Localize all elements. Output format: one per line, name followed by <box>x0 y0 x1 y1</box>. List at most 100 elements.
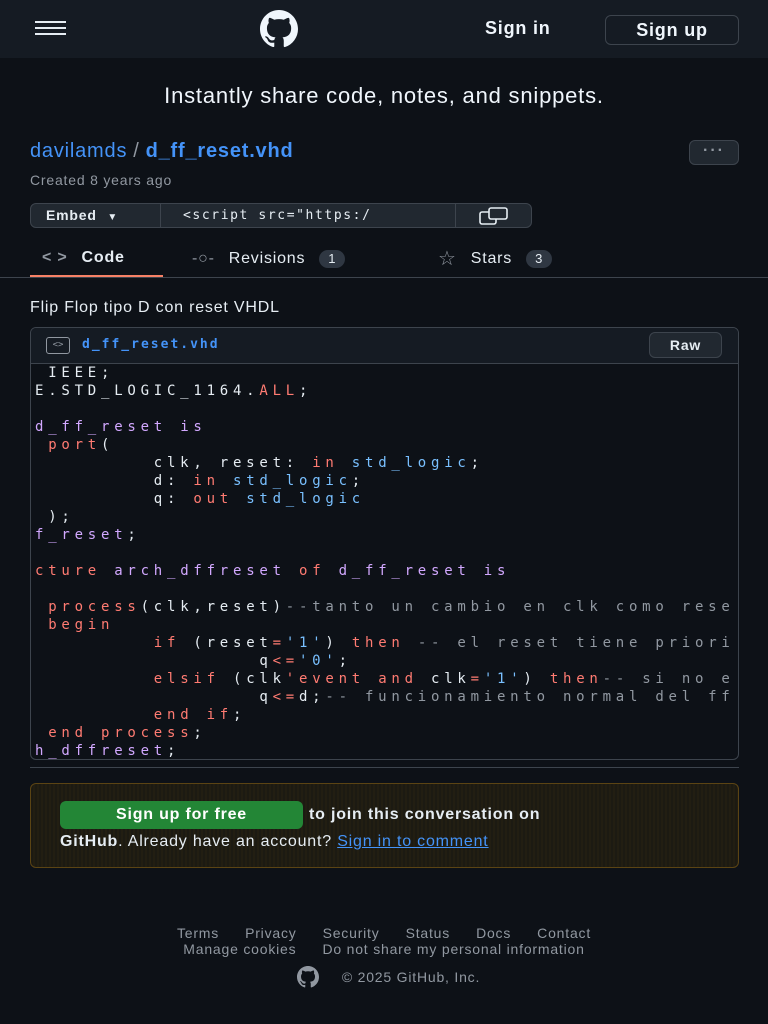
embed-dropdown[interactable]: Embed ▼ <box>31 204 161 227</box>
more-options-button[interactable]: ··· <box>689 140 739 165</box>
code-token: then <box>549 671 603 687</box>
owner-link[interactable]: davilamds <box>30 140 127 162</box>
embed-url-input[interactable]: <script src="https:/ <box>161 204 456 227</box>
footer-link-privacy[interactable]: Privacy <box>245 925 297 941</box>
file-name-link[interactable]: d_ff_reset.vhd <box>82 337 220 352</box>
footer-link-terms[interactable]: Terms <box>177 925 219 941</box>
code-token: '1' <box>483 671 524 687</box>
code-token: elsif <box>153 671 220 687</box>
github-logo-icon[interactable] <box>259 10 299 48</box>
join-text: to join this conversation on <box>309 806 541 823</box>
code-token: E.STD_LOGIC_1164. <box>35 383 260 399</box>
code-token: in <box>193 473 220 489</box>
gist-description: Flip Flop tipo D con reset VHDL <box>30 299 280 316</box>
already-account-text: . Already have an account? <box>118 833 332 850</box>
code-token: -- funcionamiento normal del ff <box>325 689 735 705</box>
tab-revisions[interactable]: -○- Revisions 1 <box>192 240 346 277</box>
code-token: is <box>180 419 207 435</box>
star-icon: ☆ <box>438 248 457 270</box>
code-view: IEEE; E.STD_LOGIC_1164.ALL; d_ff_reset is … <box>35 364 735 759</box>
embed-group: Embed ▼ <script src="https:/ <box>30 203 532 228</box>
code-token: = <box>272 635 286 651</box>
sign-in-to-comment-link[interactable]: Sign in to comment <box>337 833 488 850</box>
code-token: ); <box>35 509 75 525</box>
code-token: ; <box>351 473 365 489</box>
code-token: '0' <box>298 653 339 669</box>
tab-code[interactable]: < > Code <box>30 240 163 277</box>
code-token: end <box>153 707 194 723</box>
created-date: Created 8 years ago <box>30 172 173 188</box>
footer-link-status[interactable]: Status <box>406 925 451 941</box>
code-token: d: <box>35 473 194 489</box>
code-line: begin <box>35 616 735 634</box>
code-token: ; <box>233 707 247 723</box>
code-token: d_ff_reset <box>338 563 484 579</box>
code-token: clk <box>417 671 471 687</box>
code-line: d: in std_logic; <box>35 472 735 490</box>
code-token: std_logic <box>233 473 352 489</box>
code-token: q <box>35 653 273 669</box>
code-token: <= <box>272 689 299 705</box>
code-token: (clk,reset) <box>140 599 286 615</box>
stars-count: 3 <box>526 249 553 268</box>
sign-in-link[interactable]: Sign in <box>485 18 551 39</box>
code-token: and <box>378 671 418 687</box>
code-token: <= <box>272 653 299 669</box>
code-line: port( <box>35 436 735 454</box>
tagline: Instantly share code, notes, and snippet… <box>164 83 604 108</box>
code-token: ; <box>127 527 141 543</box>
title-separator: / <box>133 140 140 162</box>
code-token: port <box>48 437 101 453</box>
join-conversation-box: Sign up for free to join this conversatio… <box>30 783 739 868</box>
code-token: end <box>48 725 88 741</box>
code-token: (clk <box>219 671 286 687</box>
raw-button[interactable]: Raw <box>649 332 722 358</box>
sign-up-button[interactable]: Sign up <box>605 15 739 45</box>
code-line: E.STD_LOGIC_1164.ALL; <box>35 382 735 400</box>
code-token: f_reset <box>35 527 128 543</box>
footer-link-do-not-share[interactable]: Do not share my personal information <box>322 941 584 957</box>
hamburger-menu-icon[interactable] <box>35 21 66 35</box>
code-token: ; <box>167 743 181 759</box>
code-token: q <box>35 689 273 705</box>
footer-links: Terms Privacy Security Status Docs Contact <box>0 925 768 941</box>
footer-link-manage-cookies[interactable]: Manage cookies <box>183 941 296 957</box>
code-line: ); <box>35 508 735 526</box>
caret-down-icon: ▼ <box>107 212 119 223</box>
github-text: GitHub <box>60 833 119 850</box>
code-icon: < > <box>42 248 68 266</box>
sign-up-for-free-button[interactable]: Sign up for free <box>60 801 303 829</box>
code-token: h_dffreset <box>35 743 167 759</box>
code-token: --tanto un cambio en clk como rese <box>285 599 735 615</box>
gist-filename-link[interactable]: d_ff_reset.vhd <box>146 140 294 162</box>
footer-link-docs[interactable]: Docs <box>476 925 511 941</box>
code-token: std_logic <box>351 455 471 471</box>
embed-label: Embed <box>46 207 97 223</box>
code-token: then <box>351 635 405 651</box>
code-line: end process; <box>35 724 735 742</box>
tab-stars[interactable]: ☆ Stars 3 <box>438 240 553 277</box>
code-token: arch_dffreset <box>114 563 299 579</box>
code-token: if <box>206 707 234 723</box>
footer-link-contact[interactable]: Contact <box>537 925 591 941</box>
code-token: (reset <box>180 635 273 651</box>
code-line: IEEE; <box>35 364 735 382</box>
footer-link-security[interactable]: Security <box>323 925 380 941</box>
code-token: clk, reset: <box>35 455 313 471</box>
copy-button[interactable] <box>456 204 531 227</box>
code-token: d; <box>298 689 326 705</box>
github-logo-icon <box>296 966 319 988</box>
code-line: cture arch_dffreset of d_ff_reset is <box>35 562 735 580</box>
tab-bar: < > Code -○- Revisions 1 ☆ Stars 3 <box>0 240 768 278</box>
code-line: q<=d;-- funcionamiento normal del ff <box>35 688 735 706</box>
code-token: ) <box>523 671 550 687</box>
code-token: ALL <box>259 383 299 399</box>
code-line: end if; <box>35 706 735 724</box>
